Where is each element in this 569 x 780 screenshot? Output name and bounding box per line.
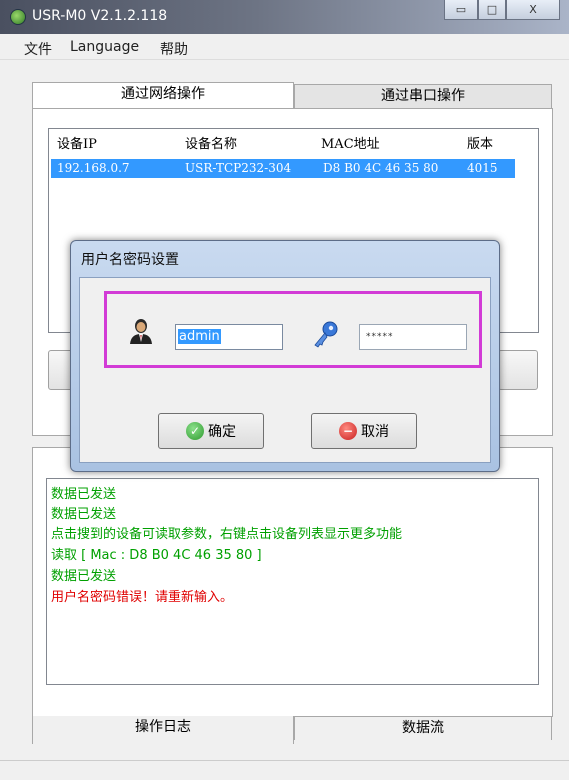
log-textarea[interactable]: 数据已发送 数据已发送 点击搜到的设备可读取参数，右键点击设备列表显示更多功能 …: [46, 478, 539, 685]
app-icon: [10, 9, 26, 25]
check-icon: ✓: [186, 422, 204, 440]
username-value: admin: [178, 329, 221, 344]
log-line: 数据已发送: [51, 569, 117, 584]
user-icon: [129, 318, 153, 344]
title-bar: USR-M0 V2.1.2.118 ▭ □ X: [0, 0, 569, 34]
tab-network[interactable]: 通过网络操作: [32, 82, 294, 109]
minimize-button[interactable]: ▭: [444, 0, 478, 20]
log-line: 数据已发送: [51, 507, 117, 522]
dialog-body: admin ***** ✓ 确定 − 取消: [79, 277, 491, 463]
dialog-title: 用户名密码设置: [81, 252, 179, 268]
ok-button[interactable]: ✓ 确定: [158, 413, 264, 449]
password-input[interactable]: *****: [359, 324, 467, 350]
table-row[interactable]: 192.168.0.7 USR-TCP232-304 D8 B0 4C 46 3…: [51, 159, 515, 178]
log-error-line: 用户名密码错误！请重新输入。: [51, 590, 234, 605]
window-controls: ▭ □ X: [444, 0, 560, 22]
menu-language[interactable]: Language: [70, 39, 139, 55]
cell-version: 4015: [467, 161, 498, 175]
column-header-name[interactable]: 设备名称: [185, 133, 237, 152]
log-line: 点击搜到的设备可读取参数，右键点击设备列表显示更多功能: [51, 527, 403, 542]
tab-operation-log[interactable]: 操作日志: [32, 716, 294, 744]
column-header-ip[interactable]: 设备IP: [57, 133, 97, 152]
settings-button[interactable]: [498, 350, 538, 390]
tab-serial[interactable]: 通过串口操作: [294, 84, 552, 108]
window-title: USR-M0 V2.1.2.118: [32, 8, 168, 24]
log-line: 读取 [ Mac : D8 B0 4C 46 35 80 ]: [51, 548, 262, 563]
tab-data-stream[interactable]: 数据流: [294, 716, 552, 740]
menu-bar: 文件 Language 帮助: [0, 34, 569, 60]
cancel-button[interactable]: − 取消: [311, 413, 417, 449]
cell-ip: 192.168.0.7: [57, 161, 130, 175]
column-header-mac[interactable]: MAC地址: [321, 133, 380, 152]
close-button[interactable]: X: [506, 0, 560, 20]
credentials-highlight-box: admin *****: [104, 291, 482, 368]
menu-help[interactable]: 帮助: [160, 39, 188, 59]
maximize-button[interactable]: □: [478, 0, 506, 20]
cancel-label: 取消: [361, 424, 389, 440]
menu-file[interactable]: 文件: [24, 39, 52, 59]
username-input[interactable]: admin: [175, 324, 283, 350]
credentials-dialog: 用户名密码设置 admin ***** ✓ 确定 − 取消: [70, 240, 500, 472]
column-header-version[interactable]: 版本: [467, 133, 493, 152]
status-bar: [0, 760, 569, 780]
log-line: 数据已发送: [51, 487, 117, 502]
minus-icon: −: [339, 422, 357, 440]
key-icon: [311, 320, 339, 348]
cell-mac: D8 B0 4C 46 35 80: [323, 161, 439, 175]
ok-label: 确定: [208, 424, 236, 440]
cell-name: USR-TCP232-304: [185, 161, 292, 175]
